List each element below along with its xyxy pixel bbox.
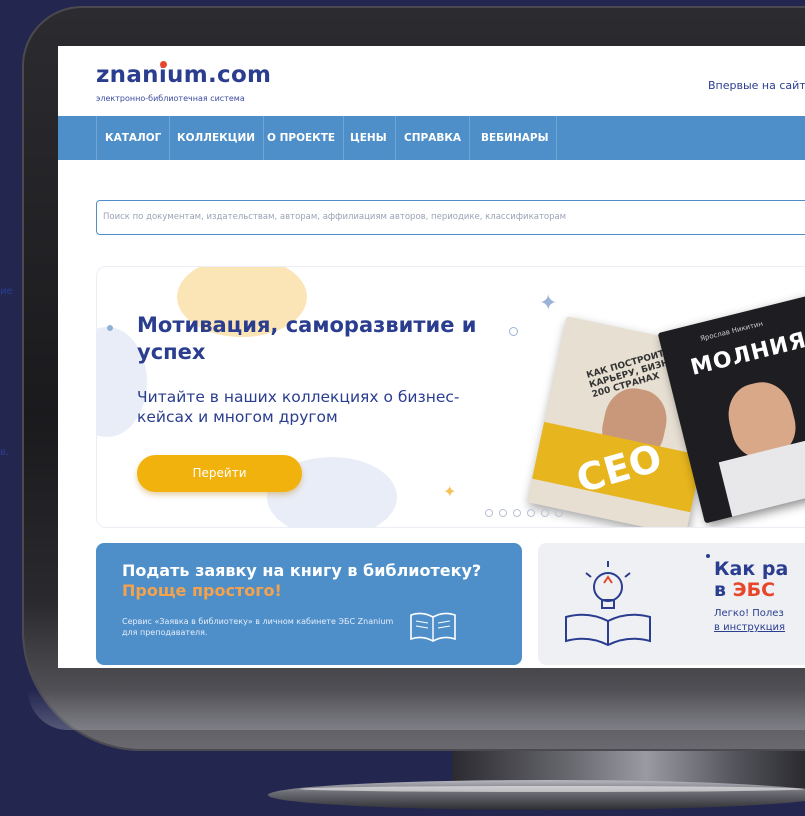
- site-tagline: электронно-библиотечная система: [96, 94, 245, 103]
- hero-bullet-dot: [107, 325, 113, 331]
- site-logo[interactable]: znanium.com: [96, 62, 271, 88]
- search-input[interactable]: Поиск по документам, издательствам, авто…: [96, 200, 805, 235]
- library-request-title-accent: Проще простого!: [122, 581, 282, 600]
- lightbulb-book-icon: [565, 561, 651, 647]
- monitor-bezel-glare: [28, 690, 805, 730]
- howto-title-accent: ЭБС: [732, 579, 776, 601]
- howto-title-prefix: в: [714, 579, 727, 601]
- first-time-link[interactable]: Впервые на сайте: [708, 79, 805, 92]
- nav-item-catalog[interactable]: КАТАЛОГ: [96, 116, 171, 160]
- nav-item-help[interactable]: СПРАВКА: [396, 116, 471, 160]
- howto-title-line2: в ЭБС: [714, 580, 805, 601]
- hero-subtitle: Читайте в наших коллекциях о бизнес-кейс…: [137, 388, 460, 426]
- browser-screen: znanium.com электронно-библиотечная сист…: [58, 46, 805, 668]
- open-book-icon: [410, 612, 456, 642]
- decor-dot: [706, 554, 710, 558]
- carousel-dots: [485, 502, 569, 521]
- sparkle-icon: ✦: [539, 291, 558, 316]
- carousel-dot[interactable]: [555, 509, 563, 517]
- monitor-stand-shine: [300, 786, 805, 792]
- howto-text-line1: Легко! Полез: [714, 608, 784, 619]
- howto-banner[interactable]: Как ра в ЭБС Легко! Полез в инструкция: [538, 543, 805, 665]
- library-request-title: Подать заявку на книгу в библиотеку? Про…: [122, 561, 502, 601]
- nav-item-collections[interactable]: КОЛЛЕКЦИИ: [169, 116, 265, 160]
- hero-title: Мотивация, саморазвитие и успех: [137, 313, 477, 364]
- nav-item-webinars[interactable]: ВЕБИНАРЫ: [473, 116, 558, 160]
- howto-title: Как ра в ЭБС: [714, 559, 805, 601]
- library-request-text: Сервис «Заявка в библиотеку» в личном ка…: [122, 617, 394, 637]
- carousel-dot[interactable]: [527, 509, 535, 517]
- nav-item-about[interactable]: О ПРОЕКТЕ: [259, 116, 345, 160]
- library-request-title-main: Подать заявку на книгу в библиотеку?: [122, 561, 482, 580]
- logo-dot: [160, 61, 167, 68]
- ring-icon: [509, 327, 518, 336]
- main-nav: КАТАЛОГ КОЛЛЕКЦИИ О ПРОЕКТЕ ЦЕНЫ СПРАВКА…: [58, 116, 805, 160]
- library-request-banner[interactable]: Подать заявку на книгу в библиотеку? Про…: [96, 543, 522, 665]
- carousel-dot[interactable]: [485, 509, 493, 517]
- monitor-stand-base: [268, 780, 805, 810]
- howto-title-line1: Как ра: [714, 558, 789, 580]
- sparkle-icon: ✦: [443, 482, 457, 501]
- hero-banner[interactable]: Мотивация, саморазвитие и успех Читайте …: [96, 266, 805, 528]
- carousel-dot[interactable]: [513, 509, 521, 517]
- howto-text: Легко! Полез в инструкция: [714, 607, 805, 635]
- hero-go-button[interactable]: Перейти: [137, 455, 302, 492]
- carousel-dot[interactable]: [541, 509, 549, 517]
- nav-item-prices[interactable]: ЦЕНЫ: [342, 116, 396, 160]
- howto-instructions-link[interactable]: в инструкция: [714, 621, 805, 635]
- carousel-dot[interactable]: [499, 509, 507, 517]
